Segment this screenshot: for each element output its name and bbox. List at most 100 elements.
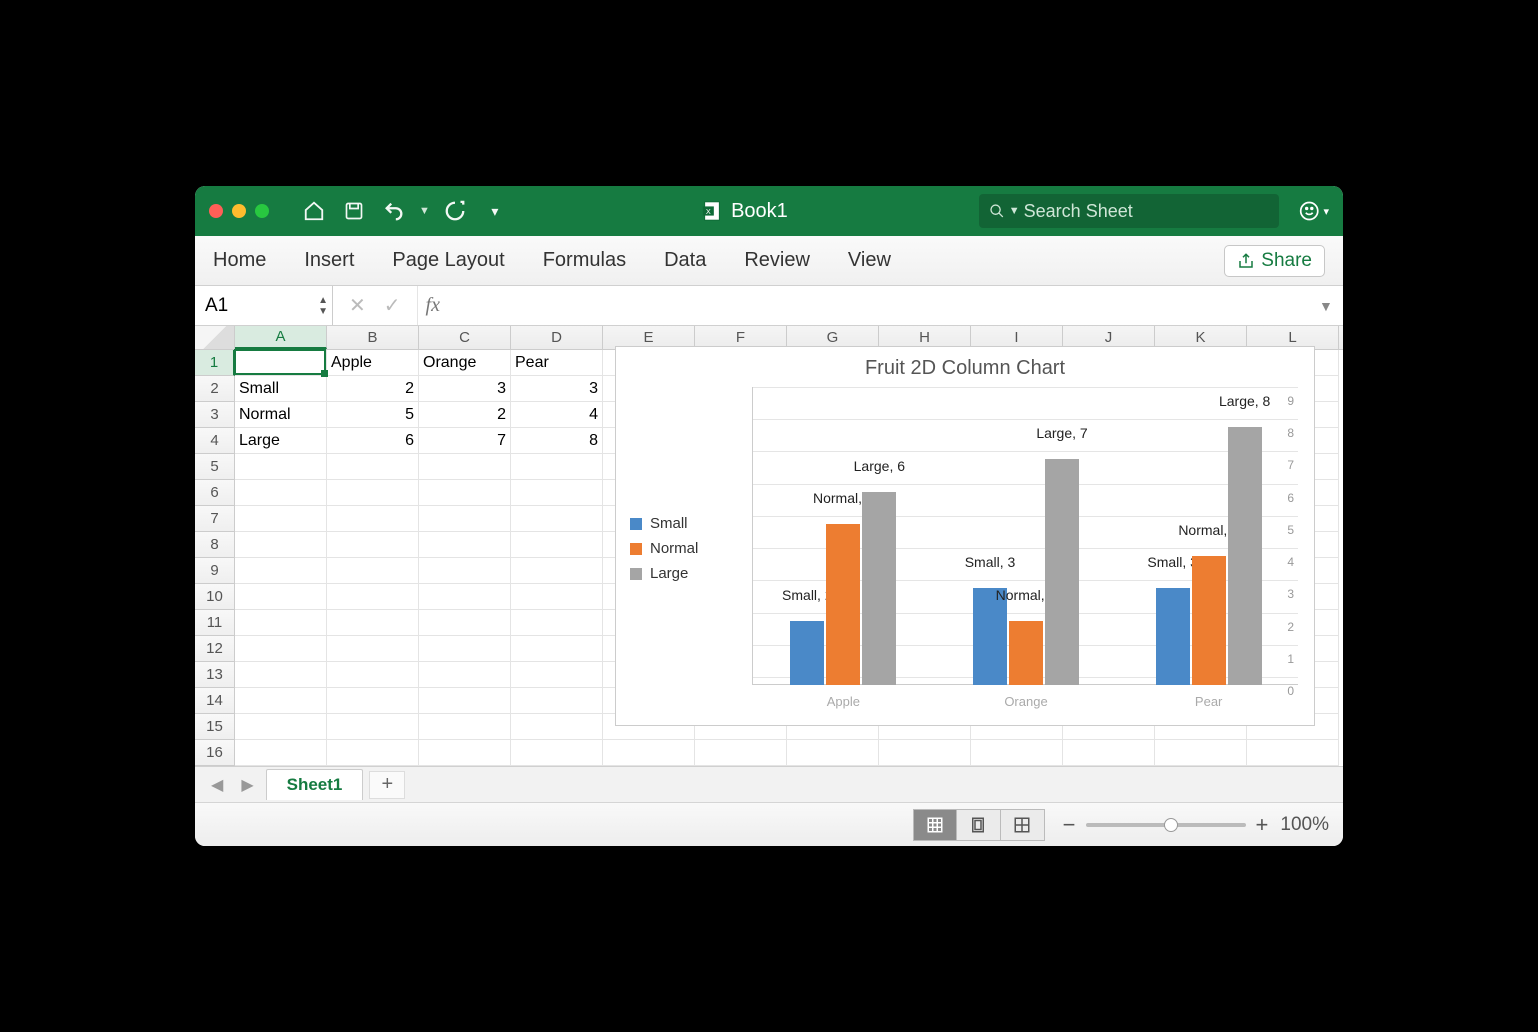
- bar[interactable]: [1192, 556, 1226, 685]
- cell-A1[interactable]: [235, 350, 327, 376]
- cell-C15[interactable]: [419, 714, 511, 740]
- zoom-level[interactable]: 100%: [1280, 814, 1329, 836]
- tab-data[interactable]: Data: [664, 249, 706, 272]
- cell-D7[interactable]: [511, 506, 603, 532]
- row-header-12[interactable]: 12: [195, 636, 235, 662]
- cell-A13[interactable]: [235, 662, 327, 688]
- col-header-B[interactable]: B: [327, 326, 419, 349]
- cell-D3[interactable]: 4: [511, 402, 603, 428]
- cell-A4[interactable]: Large: [235, 428, 327, 454]
- select-all-corner[interactable]: [195, 326, 235, 349]
- bar[interactable]: [790, 621, 824, 685]
- cell-A7[interactable]: [235, 506, 327, 532]
- fx-label[interactable]: fx: [418, 294, 448, 317]
- tab-review[interactable]: Review: [744, 249, 810, 272]
- cell-D13[interactable]: [511, 662, 603, 688]
- tab-home[interactable]: Home: [213, 249, 266, 272]
- row-header-11[interactable]: 11: [195, 610, 235, 636]
- search-dropdown-icon[interactable]: ▼: [1009, 205, 1020, 217]
- accept-formula-icon[interactable]: ✓: [384, 293, 401, 318]
- zoom-slider[interactable]: [1086, 823, 1246, 827]
- row-header-13[interactable]: 13: [195, 662, 235, 688]
- legend-item[interactable]: Large: [630, 565, 698, 582]
- page-break-view-button[interactable]: [1001, 809, 1045, 841]
- row-header-3[interactable]: 3: [195, 402, 235, 428]
- cell-C5[interactable]: [419, 454, 511, 480]
- search-box[interactable]: ▼: [979, 194, 1279, 228]
- cell-C14[interactable]: [419, 688, 511, 714]
- cell-B9[interactable]: [327, 558, 419, 584]
- formula-input[interactable]: [448, 286, 1319, 325]
- cell-B10[interactable]: [327, 584, 419, 610]
- bar[interactable]: [1009, 621, 1043, 685]
- cell-B12[interactable]: [327, 636, 419, 662]
- row-header-2[interactable]: 2: [195, 376, 235, 402]
- cell-A3[interactable]: Normal: [235, 402, 327, 428]
- cell-J16[interactable]: [1063, 740, 1155, 766]
- qat-customize-icon[interactable]: ▾: [480, 196, 510, 226]
- normal-view-button[interactable]: [913, 809, 957, 841]
- maximize-window-button[interactable]: [255, 204, 269, 218]
- embedded-chart[interactable]: Fruit 2D Column Chart SmallNormalLarge 0…: [615, 346, 1315, 726]
- cell-C13[interactable]: [419, 662, 511, 688]
- zoom-out-button[interactable]: −: [1063, 812, 1076, 838]
- cell-B8[interactable]: [327, 532, 419, 558]
- tab-formulas[interactable]: Formulas: [543, 249, 626, 272]
- spreadsheet-grid[interactable]: ABCDEFGHIJKL 1AppleOrangePear2Small2333N…: [195, 326, 1343, 766]
- cell-A9[interactable]: [235, 558, 327, 584]
- cell-H16[interactable]: [879, 740, 971, 766]
- cell-C6[interactable]: [419, 480, 511, 506]
- cell-G16[interactable]: [787, 740, 879, 766]
- cell-K16[interactable]: [1155, 740, 1247, 766]
- cell-B4[interactable]: 6: [327, 428, 419, 454]
- cell-B3[interactable]: 5: [327, 402, 419, 428]
- legend-item[interactable]: Small: [630, 515, 698, 532]
- name-box[interactable]: A1 ▲▼: [195, 286, 333, 325]
- bar[interactable]: [1228, 427, 1262, 685]
- search-input[interactable]: [1024, 201, 1269, 222]
- cell-A2[interactable]: Small: [235, 376, 327, 402]
- sheet-nav-prev-icon[interactable]: ◀: [205, 775, 229, 795]
- row-header-14[interactable]: 14: [195, 688, 235, 714]
- cell-C2[interactable]: 3: [419, 376, 511, 402]
- sheet-nav-next-icon[interactable]: ▶: [235, 775, 259, 795]
- add-sheet-button[interactable]: +: [369, 771, 405, 799]
- zoom-in-button[interactable]: +: [1256, 812, 1269, 838]
- tab-insert[interactable]: Insert: [304, 249, 354, 272]
- cell-D6[interactable]: [511, 480, 603, 506]
- cell-D9[interactable]: [511, 558, 603, 584]
- row-header-10[interactable]: 10: [195, 584, 235, 610]
- bar[interactable]: [1045, 459, 1079, 685]
- bar[interactable]: [862, 492, 896, 685]
- cell-B15[interactable]: [327, 714, 419, 740]
- cell-C16[interactable]: [419, 740, 511, 766]
- minimize-window-button[interactable]: [232, 204, 246, 218]
- cell-A8[interactable]: [235, 532, 327, 558]
- share-button[interactable]: Share: [1224, 245, 1325, 277]
- name-box-stepper[interactable]: ▲▼: [318, 295, 328, 317]
- cell-E16[interactable]: [603, 740, 695, 766]
- cell-D2[interactable]: 3: [511, 376, 603, 402]
- bar[interactable]: [826, 524, 860, 685]
- bar[interactable]: [973, 588, 1007, 685]
- cell-A11[interactable]: [235, 610, 327, 636]
- cell-A12[interactable]: [235, 636, 327, 662]
- row-header-7[interactable]: 7: [195, 506, 235, 532]
- cell-L16[interactable]: [1247, 740, 1339, 766]
- cell-A15[interactable]: [235, 714, 327, 740]
- cell-B2[interactable]: 2: [327, 376, 419, 402]
- cancel-formula-icon[interactable]: ✕: [349, 293, 366, 318]
- cell-D10[interactable]: [511, 584, 603, 610]
- save-icon[interactable]: [339, 196, 369, 226]
- col-header-C[interactable]: C: [419, 326, 511, 349]
- cell-C8[interactable]: [419, 532, 511, 558]
- sheet-tab-sheet1[interactable]: Sheet1: [266, 769, 364, 800]
- cell-I16[interactable]: [971, 740, 1063, 766]
- tab-view[interactable]: View: [848, 249, 891, 272]
- cell-B7[interactable]: [327, 506, 419, 532]
- cell-B5[interactable]: [327, 454, 419, 480]
- legend-item[interactable]: Normal: [630, 540, 698, 557]
- undo-icon[interactable]: [379, 196, 409, 226]
- undo-dropdown-icon[interactable]: ▼: [419, 205, 430, 217]
- row-header-9[interactable]: 9: [195, 558, 235, 584]
